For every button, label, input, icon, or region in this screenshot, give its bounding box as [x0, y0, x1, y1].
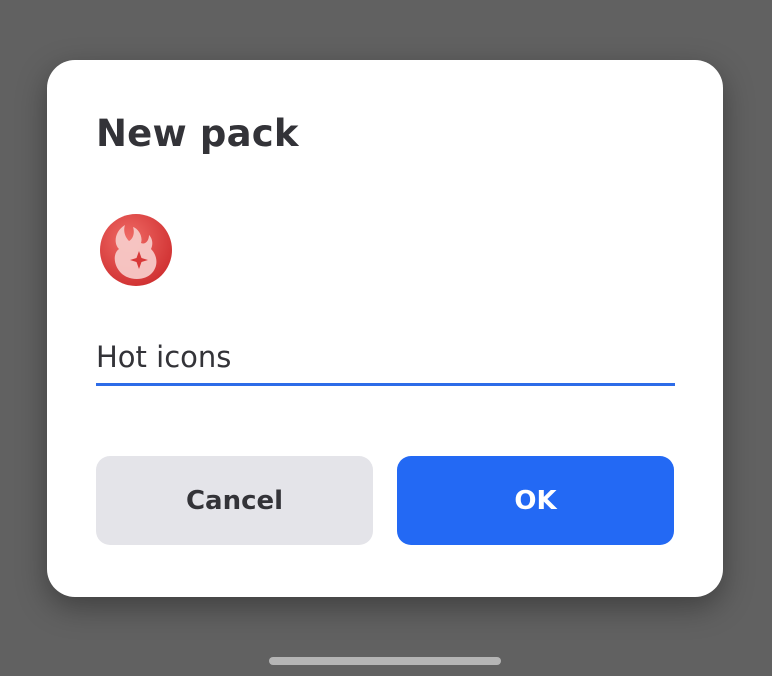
- fire-sparkle-icon[interactable]: [99, 213, 173, 287]
- pack-name-input[interactable]: [96, 332, 675, 382]
- cancel-button[interactable]: Cancel: [96, 456, 373, 545]
- home-indicator[interactable]: [269, 657, 501, 665]
- ok-button[interactable]: OK: [397, 456, 674, 545]
- pack-name-field[interactable]: [96, 332, 675, 386]
- dialog-title: New pack: [96, 112, 299, 155]
- new-pack-dialog: New pack Cancel OK: [47, 60, 723, 597]
- pack-name-underline: [96, 383, 675, 386]
